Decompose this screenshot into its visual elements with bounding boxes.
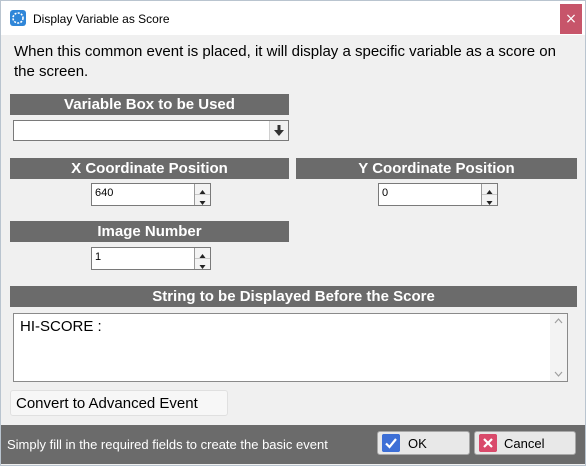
caret-down-icon [199,265,206,269]
image-number-spin-buttons [194,248,210,269]
status-text: Simply fill in the required fields to cr… [7,437,328,452]
x-coordinate-spin-buttons [194,184,210,205]
y-coordinate-spinner[interactable]: 0 [378,183,498,206]
close-icon: × [565,11,577,27]
y-coordinate-spin-buttons [481,184,497,205]
image-number-value: 1 [95,251,102,263]
y-coordinate-value: 0 [382,187,389,199]
spin-up-button[interactable] [195,184,210,195]
caret-down-icon [486,201,493,205]
convert-to-advanced-event-button[interactable]: Convert to Advanced Event [10,390,228,416]
spin-up-button[interactable] [482,184,497,195]
ok-button-label: OK [408,436,427,451]
image-number-spinner[interactable]: 1 [91,247,211,270]
x-mark-icon [479,434,497,452]
dropdown-button[interactable] [269,121,288,140]
cancel-button[interactable]: Cancel [474,431,576,455]
status-bar: Simply fill in the required fields to cr… [1,425,585,464]
dialog-body: When this common event is placed, it wil… [1,35,585,465]
check-icon [382,434,400,452]
x-coordinate-header: X Coordinate Position [10,158,289,179]
variable-box-header: Variable Box to be Used [10,94,289,115]
description-text: When this common event is placed, it wil… [14,43,556,80]
close-button[interactable]: × [560,4,582,34]
spin-down-button[interactable] [195,259,210,269]
y-coordinate-header: Y Coordinate Position [296,158,577,179]
ok-button[interactable]: OK [377,431,470,455]
spin-down-button[interactable] [195,195,210,205]
spin-up-button[interactable] [195,248,210,259]
caret-down-icon [199,201,206,205]
title-bar: Display Variable as Score × [1,1,585,35]
app-gear-icon [10,10,26,26]
prefix-string-textarea[interactable]: HI-SCORE : [13,313,568,382]
cancel-button-label: Cancel [504,436,545,451]
window-title: Display Variable as Score [33,12,170,26]
x-coordinate-value: 640 [95,187,114,199]
spin-down-button[interactable] [482,195,497,205]
prefix-string-header: String to be Displayed Before the Score [10,286,577,307]
scroll-down-icon [554,371,563,377]
dialog-window: Display Variable as Score × When this co… [0,0,586,466]
variable-box-dropdown[interactable] [13,120,289,141]
arrow-down-icon [274,125,284,136]
x-coordinate-spinner[interactable]: 640 [91,183,211,206]
vertical-scrollbar[interactable] [550,314,567,381]
image-number-header: Image Number [10,221,289,242]
scroll-up-icon [554,318,563,324]
prefix-string-value: HI-SCORE : [20,318,102,335]
